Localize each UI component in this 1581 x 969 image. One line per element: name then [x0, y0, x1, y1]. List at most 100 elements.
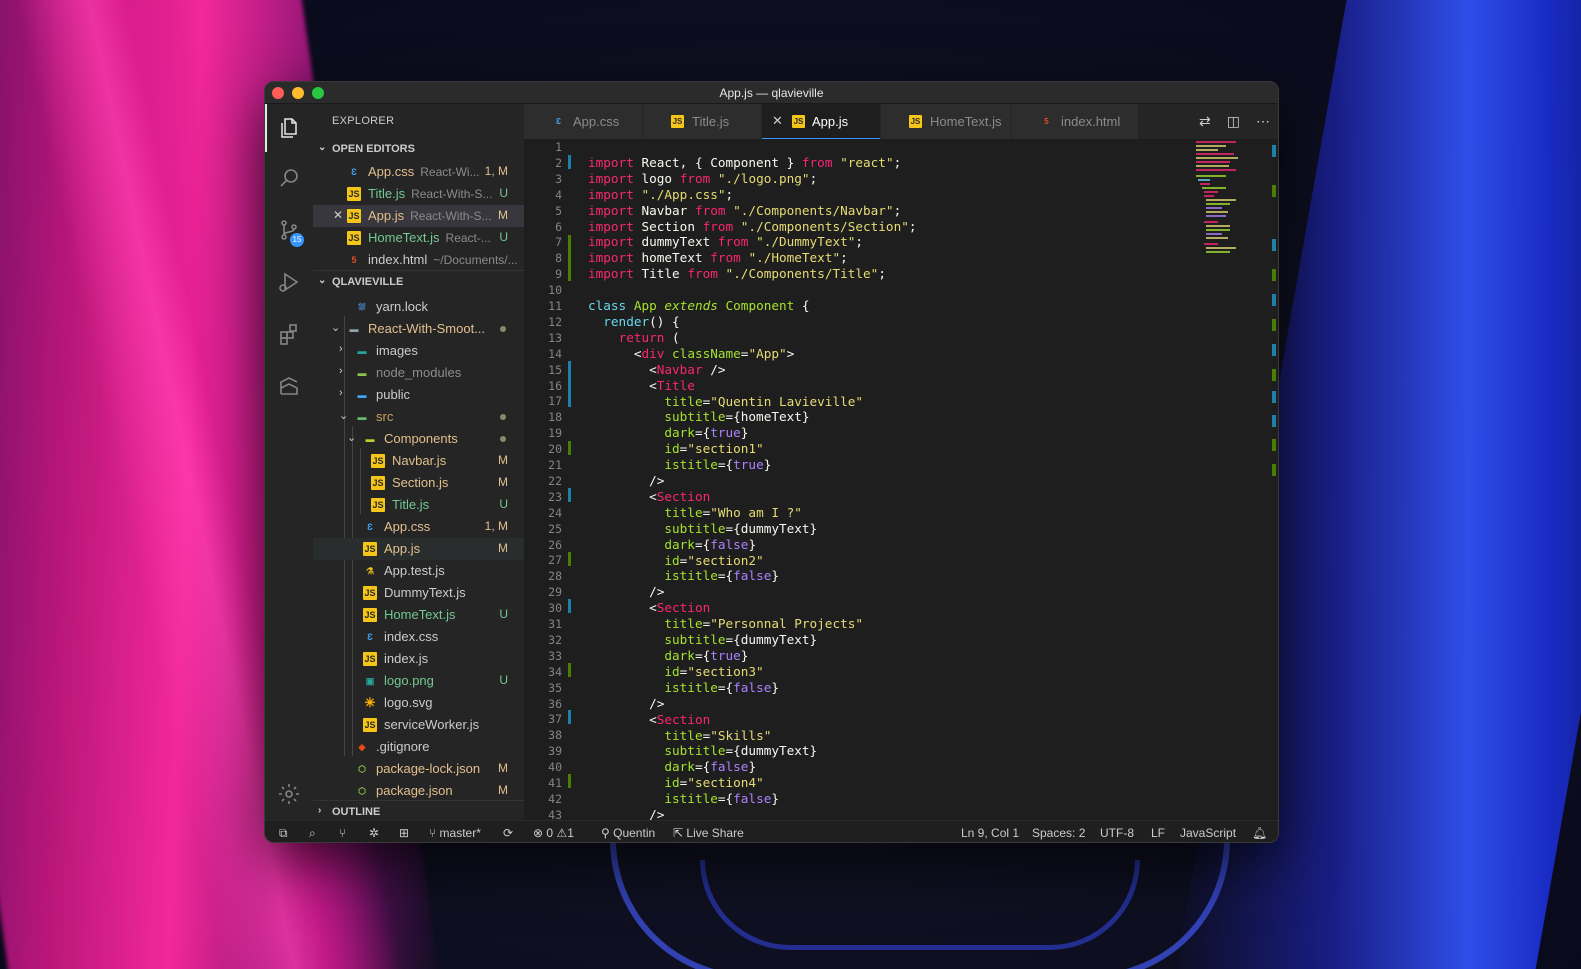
- line-number: 33: [548, 648, 562, 663]
- tree-item[interactable]: JS index.js: [313, 648, 524, 670]
- open-editors-header[interactable]: ⌄ OPEN EDITORS: [313, 138, 524, 160]
- tab-index-html[interactable]: 5 index.html: [1012, 104, 1138, 139]
- close-tab-icon[interactable]: ✕: [772, 113, 783, 129]
- minimap[interactable]: [1190, 139, 1268, 259]
- tab-app-js[interactable]: ✕ JS App.js: [762, 104, 880, 139]
- tree-item[interactable]: ◆ .gitignore: [313, 736, 524, 758]
- tab-hometext-js[interactable]: JS HomeText.js: [881, 104, 1011, 139]
- explorer-icon[interactable]: [265, 104, 313, 152]
- tree-item[interactable]: JS HomeText.js U: [313, 604, 524, 626]
- src-folder-icon: ▬: [357, 412, 367, 422]
- git-branch-item[interactable]: ⑂ master*: [429, 826, 481, 840]
- cursor-position[interactable]: Ln 9, Col 1: [961, 826, 1019, 840]
- source-control-icon[interactable]: 15: [265, 206, 313, 254]
- tab-app-css[interactable]: Ɛ App.css: [524, 104, 642, 139]
- problems-item[interactable]: ⊗ 0 ⚠1: [533, 826, 574, 840]
- remote-explorer-icon[interactable]: [265, 362, 313, 410]
- gutter-modified-marker: [568, 599, 571, 613]
- tree-folder[interactable]: ⌄ ▬ Components: [313, 428, 524, 450]
- tree-item[interactable]: JS Title.js U: [313, 494, 524, 516]
- debug-icon[interactable]: ✲: [369, 826, 379, 840]
- explorer-sidebar: EXPLORER ⌄ OPEN EDITORS Ɛ App.css React-W…: [313, 104, 524, 820]
- encoding-setting[interactable]: UTF-8: [1100, 826, 1134, 840]
- source-control-icon[interactable]: ⑂: [339, 826, 346, 840]
- code-content[interactable]: import React, { Component } from "react"…: [588, 139, 917, 820]
- tab-title-js[interactable]: JS Title.js: [643, 104, 761, 139]
- extensions-icon[interactable]: [265, 310, 313, 358]
- tree-folder[interactable]: › ▬ images: [313, 340, 524, 362]
- tree-item[interactable]: Ɛ index.css: [313, 626, 524, 648]
- folder-open-icon: ▬: [349, 324, 359, 334]
- js-file-icon: JS: [371, 476, 385, 490]
- line-number: 27: [548, 553, 562, 568]
- indentation-setting[interactable]: Spaces: 2: [1032, 826, 1085, 840]
- language-mode[interactable]: JavaScript: [1180, 826, 1236, 840]
- tree-item[interactable]: JS App.js M: [313, 538, 524, 560]
- tree-item[interactable]: ⬡ package-lock.json M: [313, 758, 524, 780]
- css-file-icon: Ɛ: [351, 167, 357, 177]
- eol-setting[interactable]: LF: [1151, 826, 1165, 840]
- tree-item[interactable]: JS DummyText.js: [313, 582, 524, 604]
- line-number: 4: [555, 187, 562, 202]
- line-number: 2: [555, 155, 562, 170]
- open-editor-item[interactable]: JS HomeText.js React-... U: [313, 227, 524, 249]
- js-file-icon: JS: [347, 187, 361, 201]
- open-editor-item[interactable]: Ɛ App.css React-Wi... 1, M: [313, 161, 524, 183]
- tree-item[interactable]: ⛆ yarn.lock: [313, 296, 524, 318]
- line-number: 39: [548, 744, 562, 759]
- open-changes-icon[interactable]: ⇄: [1199, 113, 1211, 130]
- tree-folder[interactable]: › ▬ public: [313, 384, 524, 406]
- line-number: 40: [548, 760, 562, 775]
- tree-item[interactable]: Ɛ App.css 1, M: [313, 516, 524, 538]
- explorer-icon[interactable]: ⧉: [279, 826, 288, 841]
- gutter-added-marker: [568, 441, 571, 455]
- tree-folder[interactable]: ⌄ ▬ React-With-Smoot...: [313, 318, 524, 340]
- code-editor[interactable]: 1 2 3 4 5 6 7 8 9 10 11 12 13 14 15 16 17 18 19 20 21 22 23 24 2…: [524, 139, 1278, 820]
- line-number: 19: [548, 426, 562, 441]
- tree-item[interactable]: JS Section.js M: [313, 472, 524, 494]
- tree-folder[interactable]: ⌄ ▬ src: [313, 406, 524, 428]
- tree-item[interactable]: ⚗ App.test.js: [313, 560, 524, 582]
- chevron-down-icon: ⌄: [318, 275, 327, 286]
- sync-icon[interactable]: ⟳: [503, 826, 513, 840]
- open-editor-item[interactable]: ✕ JS App.js React-With-S... M: [313, 205, 524, 227]
- more-actions-icon[interactable]: ⋯: [1256, 113, 1270, 130]
- project-header[interactable]: ⌄ QLAVIEVILLE: [313, 270, 524, 292]
- run-debug-icon[interactable]: [265, 258, 313, 306]
- npm-package-icon: ⬡: [358, 785, 366, 796]
- js-file-icon: JS: [363, 652, 377, 666]
- close-editor-icon[interactable]: ✕: [333, 208, 343, 222]
- tree-item[interactable]: ▣ logo.png U: [313, 670, 524, 692]
- outline-header[interactable]: › OUTLINE: [313, 800, 524, 822]
- user-account-item[interactable]: ⚲ Quentin: [601, 826, 655, 840]
- vscode-window: App.js — qlavieville 15 EXPLORER ⌄ OPEN …: [264, 81, 1279, 843]
- git-file-icon: ◆: [358, 741, 366, 752]
- tree-item[interactable]: JS serviceWorker.js: [313, 714, 524, 736]
- open-editor-item[interactable]: JS Title.js React-With-S... U: [313, 183, 524, 205]
- split-editor-icon[interactable]: ◫: [1227, 113, 1240, 130]
- line-number: 22: [548, 473, 562, 488]
- search-icon[interactable]: [265, 154, 313, 202]
- scrollbar-change-marker: [1272, 319, 1276, 331]
- test-flask-icon: ⚗: [365, 565, 375, 576]
- tree-item[interactable]: ⬡ package.json M: [313, 780, 524, 802]
- live-share-icon: ⇱: [673, 826, 687, 840]
- open-editor-item[interactable]: 5 index.html ~/Documents/...: [313, 249, 524, 271]
- images-folder-icon: ▬: [357, 346, 367, 356]
- tree-item[interactable]: ✳ logo.svg: [313, 692, 524, 714]
- extensions-icon[interactable]: ⊞: [399, 826, 409, 840]
- tree-folder[interactable]: › ▬ node_modules: [313, 362, 524, 384]
- js-file-icon: JS: [347, 231, 361, 245]
- editor-scrollbar[interactable]: [1266, 139, 1278, 820]
- warning-icon: ⚠: [556, 826, 568, 840]
- js-file-icon: JS: [363, 542, 377, 556]
- live-share-button[interactable]: ⇱ Live Share: [673, 826, 744, 840]
- scrollbar-change-marker: [1272, 344, 1276, 356]
- line-number: 8: [555, 251, 562, 266]
- search-icon[interactable]: ⌕: [309, 826, 316, 841]
- settings-gear-icon[interactable]: [265, 770, 313, 818]
- line-number: 10: [548, 283, 562, 298]
- notifications-bell-icon[interactable]: 🔔︎: [1252, 826, 1267, 840]
- line-number: 21: [548, 458, 562, 472]
- tree-item[interactable]: JS Navbar.js M: [313, 450, 524, 472]
